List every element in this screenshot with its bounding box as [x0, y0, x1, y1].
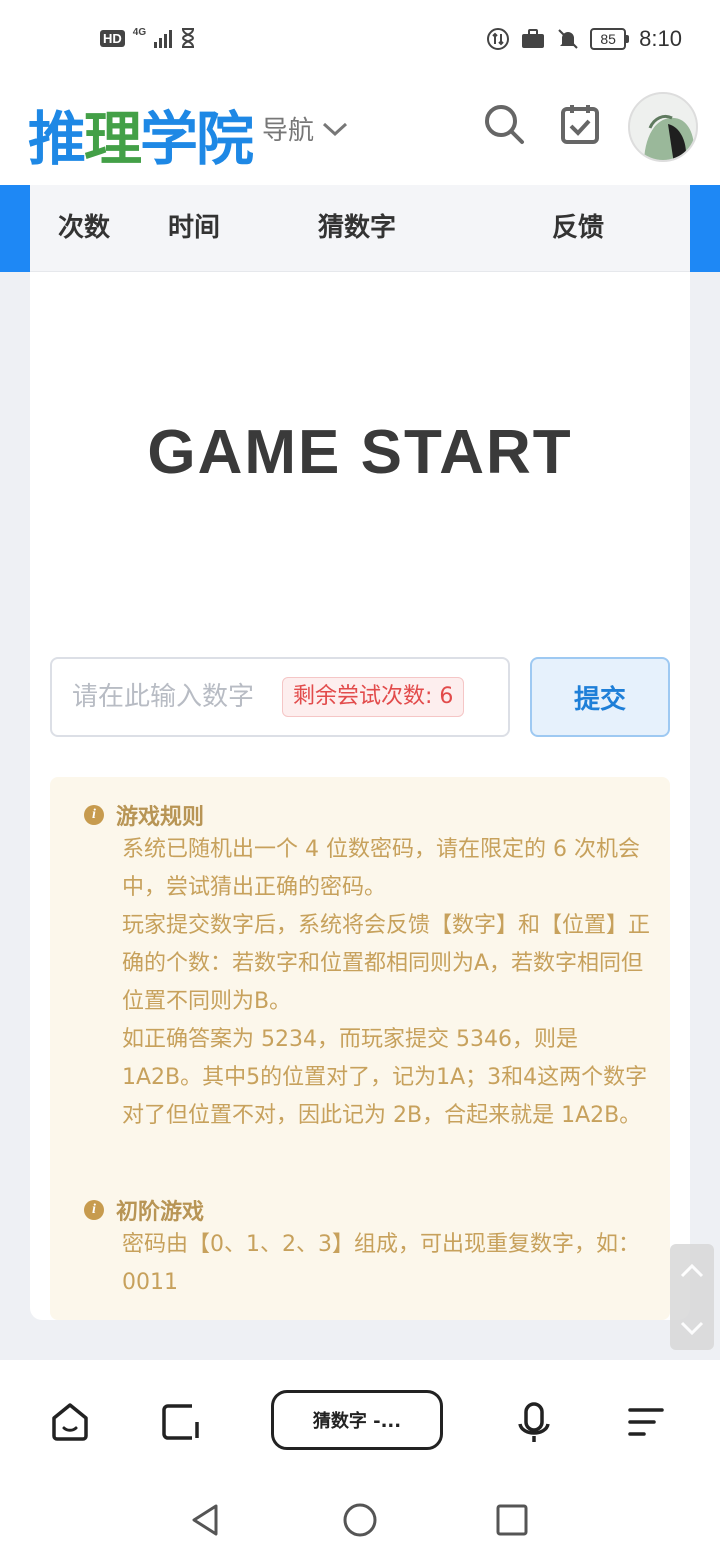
home-icon[interactable]: [48, 1400, 92, 1444]
status-left: HD 4G: [100, 26, 196, 48]
scroll-buttons: [670, 1244, 714, 1350]
info-icon: i: [84, 805, 104, 825]
rules-paragraph-3: 如正确答案为 5234，而玩家提交 5346，则是 1A2B。其中5的位置对了，…: [122, 1027, 648, 1128]
column-guess: 猜数字: [318, 213, 397, 243]
rules-title-text: 游戏规则: [116, 805, 205, 830]
guess-input-box[interactable]: 剩余尝试次数: 6: [50, 657, 510, 737]
hourglass-icon: [182, 28, 195, 48]
rules-panel: i 游戏规则 系统已随机出一个 4 位数密码，请在限定的 6 次机会中，尝试猜出…: [50, 777, 670, 1320]
menu-icon[interactable]: [624, 1400, 668, 1444]
clock: 8:10: [639, 26, 682, 51]
avatar-image: [630, 94, 696, 160]
accent-bar-left: [0, 185, 30, 272]
system-navigation: [0, 1480, 720, 1560]
game-card: 次数 时间 猜数字 反馈 GAME START 剩余尝试次数: 6 提交 i 游…: [30, 185, 690, 1320]
calendar-check-icon[interactable]: [558, 102, 602, 146]
rules-paragraph-1: 系统已随机出一个 4 位数密码，请在限定的 6 次机会中，尝试猜出正确的密码。: [122, 837, 640, 900]
battery-level: 85: [590, 28, 627, 50]
battery-icon: 85: [590, 28, 630, 50]
data-saver-icon: [487, 28, 510, 50]
beginner-title: i 初阶游戏: [84, 1194, 204, 1226]
nav-dropdown[interactable]: 导航: [262, 110, 348, 147]
column-feedback: 反馈: [552, 213, 605, 243]
scroll-up-icon[interactable]: [670, 1244, 714, 1297]
submit-button[interactable]: 提交: [530, 657, 670, 737]
signal-icon: [154, 28, 173, 48]
beginner-paragraph: 密码由【0、1、2、3】组成，可出现重复数字，如：0011: [122, 1232, 640, 1295]
back-icon[interactable]: [186, 1500, 226, 1540]
guess-input[interactable]: [72, 677, 272, 717]
status-bar: HD 4G 85 8:10: [0, 0, 720, 80]
rules-paragraph-2: 玩家提交数字后，系统将会反馈【数字】和【位置】正确的个数：若数字和位置都相同则为…: [122, 913, 651, 1014]
nav-label: 导航: [262, 116, 315, 146]
network-type: 4G: [132, 26, 147, 38]
logo-char-3: 学: [140, 105, 198, 173]
tabs-icon[interactable]: [158, 1400, 202, 1444]
recents-icon[interactable]: [492, 1500, 532, 1540]
column-count: 次数: [58, 213, 111, 243]
remaining-attempts-badge: 剩余尝试次数: 6: [282, 677, 465, 717]
browser-toolbar: 猜数字 -...: [0, 1360, 720, 1480]
hd-badge: HD: [100, 29, 125, 47]
beginner-title-text: 初阶游戏: [116, 1200, 205, 1225]
site-header: 推理学院 导航: [0, 80, 720, 185]
current-tab-pill[interactable]: 猜数字 -...: [271, 1390, 443, 1450]
game-start-banner: GAME START: [147, 418, 573, 487]
microphone-icon[interactable]: [512, 1400, 556, 1444]
site-logo[interactable]: 推理学院: [28, 92, 254, 176]
column-time: 时间: [168, 213, 221, 243]
search-icon[interactable]: [482, 102, 526, 146]
accent-bar-right: [690, 185, 720, 272]
logo-char-4: 院: [196, 105, 254, 173]
logo-char-1: 推: [28, 105, 86, 173]
avatar[interactable]: [628, 92, 698, 162]
logo-char-2: 理: [84, 105, 142, 173]
briefcase-icon: [522, 29, 545, 48]
chevron-down-icon: [323, 122, 348, 136]
history-table-header: 次数 时间 猜数字 反馈: [30, 185, 690, 272]
scroll-down-icon[interactable]: [670, 1301, 714, 1354]
bell-off-icon: [558, 29, 578, 49]
info-icon: i: [84, 1200, 104, 1220]
rules-title: i 游戏规则: [84, 799, 204, 831]
home-circle-icon[interactable]: [340, 1500, 380, 1540]
status-right: 85 8:10: [486, 26, 682, 52]
